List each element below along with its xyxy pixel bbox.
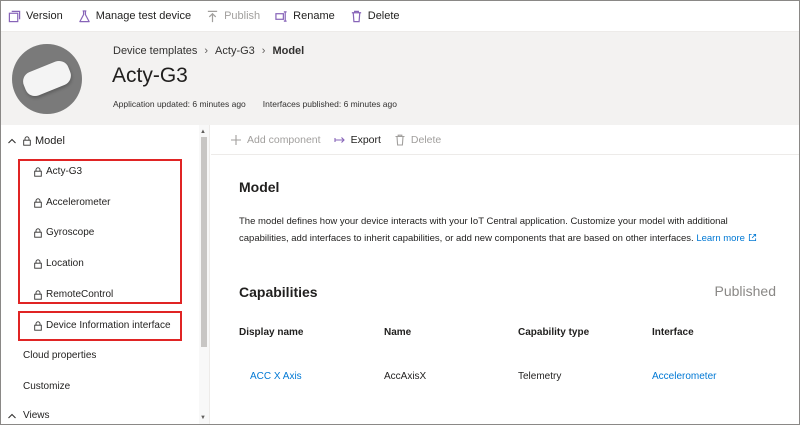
breadcrumb: Device templates › Acty-G3 › Model [113,45,304,57]
model-tree-header[interactable]: Model [7,135,65,147]
delete-label: Delete [367,10,400,22]
lock-icon [34,320,42,331]
sidebar-item-customize[interactable]: Customize [23,381,70,392]
chevron-up-icon [8,413,16,418]
publish-label: Publish [224,10,261,22]
rename-icon [275,10,287,22]
sidebar-item-label: Location [46,258,84,269]
delete-component-button[interactable]: Delete [394,134,441,146]
sidebar-item-accelerometer[interactable]: Accelerometer [34,197,110,208]
chevron-right-icon: › [204,45,209,57]
version-icon [8,10,21,22]
manage-test-device-button[interactable]: Manage test device [78,9,192,23]
add-component-button[interactable]: Add component [230,134,321,146]
breadcrumb-acty-g3[interactable]: Acty-G3 [215,45,255,57]
model-description-text: The model defines how your device intera… [239,216,728,244]
external-link-icon[interactable] [748,233,757,242]
model-tree-label: Model [35,135,65,147]
publish-button[interactable]: Publish [206,10,260,23]
page-title: Acty-G3 [112,64,188,87]
lock-icon [34,227,42,238]
capability-display-name-link[interactable]: ACC X Axis [250,371,302,382]
capability-interface-link[interactable]: Accelerometer [652,371,716,382]
model-section-title: Model [239,179,280,195]
lock-icon [34,258,42,269]
sidebar-item-gyroscope[interactable]: Gyroscope [34,227,94,238]
sidebar-item-cloud-properties[interactable]: Cloud properties [23,350,96,361]
model-description: The model defines how your device intera… [239,213,779,247]
sidebar-item-label: Views [23,410,50,421]
column-header-interface: Interface [652,327,694,338]
chevron-up-icon [8,138,16,144]
chevron-right-icon: › [261,45,266,57]
sidebar-item-label: Accelerometer [46,197,111,208]
trash-icon [395,134,405,146]
capability-name: AccAxisX [384,371,427,382]
rename-button[interactable]: Rename [275,10,335,23]
sidebar-item-label: Device Information interface [46,320,171,331]
manage-test-device-label: Manage test device [95,10,192,22]
lock-icon [34,166,42,177]
top-toolbar: Version Manage test device Publish Renam… [1,1,799,32]
template-header: Device templates › Acty-G3 › Model Acty-… [1,32,799,125]
rename-label: Rename [293,10,335,22]
export-arrow-icon [334,136,345,143]
capabilities-title: Capabilities [239,284,318,300]
scroll-down-arrow-icon[interactable]: ▼ [200,415,206,421]
flask-icon [78,9,90,22]
delete-button[interactable]: Delete [350,10,400,23]
version-label: Version [26,10,63,22]
learn-more-link[interactable]: Learn more [696,233,745,244]
lock-icon [34,197,42,208]
publish-icon [207,10,218,22]
sidebar-item-views[interactable]: Views [7,410,50,421]
device-image [12,44,82,114]
sidebar-item-location[interactable]: Location [34,258,84,269]
lock-icon [23,136,31,146]
sidebar-item-acty-g3[interactable]: Acty-G3 [34,166,82,177]
model-sidebar: Model Acty-G3 Accelerometer Gyroscope Lo… [1,125,210,424]
breadcrumb-device-templates[interactable]: Device templates [113,45,197,57]
sidebar-item-label: Acty-G3 [46,166,83,177]
sidebar-item-remotecontrol[interactable]: RemoteControl [34,289,113,300]
lock-icon [34,289,42,300]
column-header-capability-type: Capability type [518,327,590,338]
component-command-bar: Add component Export Delete [211,125,799,155]
app-window: Version Manage test device Publish Renam… [0,0,800,425]
sidebar-item-label: Gyroscope [46,227,95,238]
version-button[interactable]: Version [8,10,63,23]
capability-type: Telemetry [518,371,562,382]
add-component-label: Add component [247,133,321,146]
column-header-name: Name [384,327,412,338]
interfaces-published-text: Interfaces published: 6 minutes ago [262,99,397,109]
export-label: Export [350,133,381,146]
delete-component-label: Delete [410,133,442,146]
column-header-display-name: Display name [239,327,304,338]
scroll-up-arrow-icon[interactable]: ▲ [200,129,206,135]
app-updated-text: Application updated: 6 minutes ago [113,99,246,109]
trash-icon [351,10,361,22]
scrollbar-thumb[interactable] [201,137,207,347]
device-shape [20,57,74,100]
sidebar-item-label: RemoteControl [46,289,114,300]
breadcrumb-model: Model [272,45,305,57]
export-button[interactable]: Export [334,134,381,146]
sidebar-item-device-information[interactable]: Device Information interface [34,320,171,331]
main-content: Add component Export Delete Model The mo… [211,125,799,424]
capabilities-status: Published [714,283,777,299]
plus-icon [231,134,241,145]
header-meta: Application updated: 6 minutes ago Inter… [113,99,414,109]
